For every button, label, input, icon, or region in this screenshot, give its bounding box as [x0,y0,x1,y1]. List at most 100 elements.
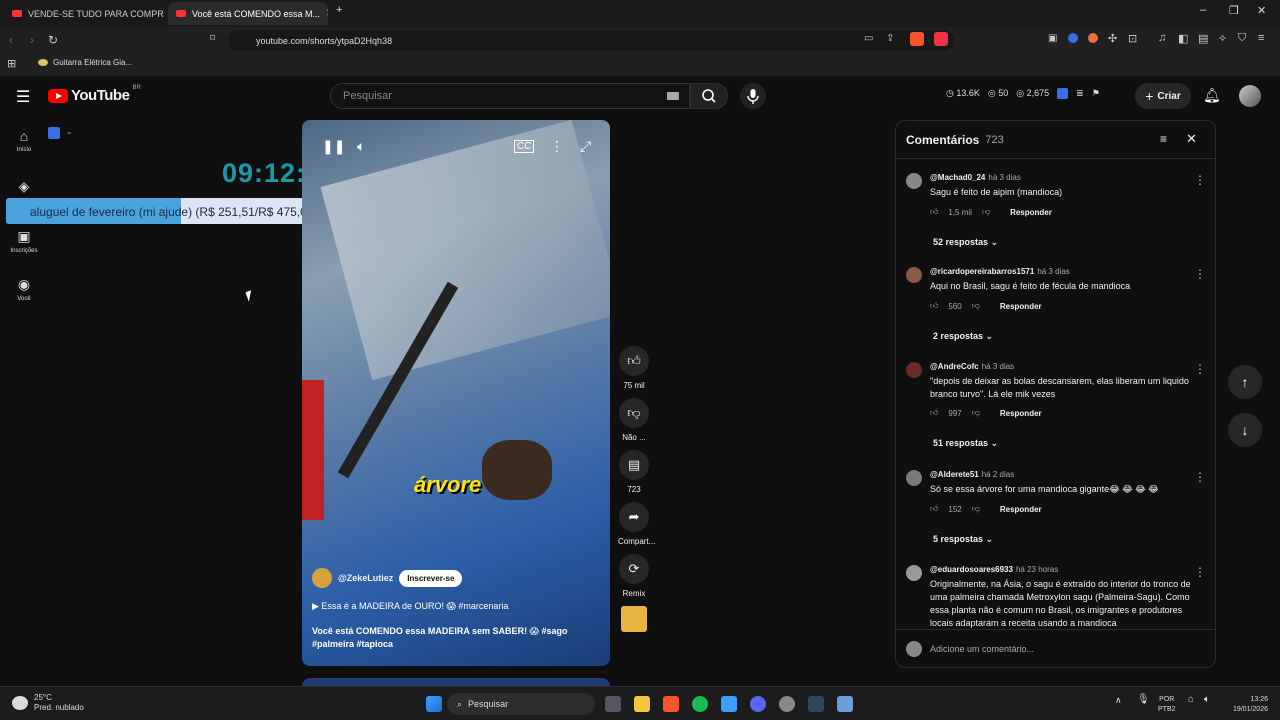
taskbar-search[interactable]: ⌕ Pesquisar [447,693,595,715]
comment-menu-icon[interactable]: ⋮ [1194,565,1206,579]
comment-menu-icon[interactable]: ⋮ [1194,267,1206,281]
like-action[interactable]: 👍︎ 75 mil [618,346,650,390]
bookmark-item[interactable]: Guitarra Elétrica Gia... [38,58,132,67]
comment-menu-icon[interactable]: ⋮ [1194,470,1206,484]
extensions-icon[interactable]: ✣ [1108,32,1117,45]
new-tab-icon[interactable]: + [336,4,342,16]
previous-short-button[interactable]: ↑ [1228,365,1262,399]
reply-button[interactable]: Responder [1000,505,1042,514]
back-icon[interactable]: ‹ [9,33,13,47]
ext-list-icon[interactable]: ≣ [1076,88,1084,99]
dislike-icon[interactable]: 👎︎ [972,301,980,311]
comment-avatar[interactable] [906,267,922,283]
spotify-icon[interactable] [692,696,708,712]
task-view-icon[interactable] [605,696,621,712]
comment-avatar[interactable] [906,362,922,378]
search-input[interactable]: Pesquisar [330,83,690,109]
dislike-action[interactable]: 👎︎ Não ... [618,398,650,442]
network-icon[interactable]: ⌂ [1188,695,1194,705]
like-icon[interactable]: 👍︎ [930,504,938,514]
ext-blue-icon[interactable] [1057,88,1069,99]
guide-subscriptions[interactable]: ▣ Inscrições [6,228,42,254]
share-action[interactable]: ➦ Compart... [618,502,655,546]
url-field[interactable]: youtube.com/shorts/ytpaD2Hqh38 [228,30,954,51]
tab-active-video[interactable]: Você está COMENDO essa M... ✕ [168,2,328,25]
comment-author[interactable]: @eduardosoares6933 [930,565,1013,574]
comment-author[interactable]: @AndreCofc [930,362,979,371]
comment-author[interactable]: @Alderete51 [930,470,979,479]
dislike-icon[interactable]: 👎︎ [972,408,980,418]
add-comment-field[interactable]: Adicione um comentário... [896,629,1215,667]
close-icon[interactable]: ✕ [1186,131,1197,147]
obs-icon[interactable] [779,696,795,712]
like-icon[interactable]: 👍︎ [930,207,938,217]
volume-icon[interactable]: 🔈︎ [357,138,365,155]
like-icon[interactable]: 👍︎ [930,301,938,311]
guide-you[interactable]: ◉ Você [6,276,42,302]
close-tab-icon[interactable]: ✕ [326,8,328,19]
tray-overflow-icon[interactable]: ∧ [1115,695,1122,705]
notepad-icon[interactable] [721,696,737,712]
dislike-icon[interactable]: 👎︎ [972,504,980,514]
like-icon[interactable]: 👍︎ [930,408,938,418]
chevron-down-icon[interactable]: ⌄ [66,127,73,136]
notifications-bell-icon[interactable]: 🔔︎ [1203,87,1221,104]
ext-flag-icon[interactable]: ⚑ [1092,88,1100,99]
close-window-icon[interactable]: ✕ [1257,4,1266,17]
bookmark-icon[interactable]: ⌑ [210,33,215,44]
video-title-row[interactable]: ▶ Essa é a MADEIRA de OURO! 😱 #marcenari… [312,601,508,612]
more-options-icon[interactable]: ⋮ [550,138,564,155]
replies-toggle[interactable]: 52 respostas ⌄ [933,237,998,248]
brave-rewards-icon[interactable] [934,32,948,46]
comment-author[interactable]: @Machad0_24 [930,173,985,182]
guide-home[interactable]: ⌂ Início [6,128,42,153]
volume-tray-icon[interactable]: 🔈︎ [1204,695,1210,705]
comment-menu-icon[interactable]: ⋮ [1194,173,1206,187]
restore-icon[interactable]: ❐ [1229,4,1239,17]
microphone-tray-icon[interactable]: 🎙︎ [1137,695,1150,705]
replies-toggle[interactable]: 51 respostas ⌄ [933,438,998,449]
menu-icon[interactable]: ≡ [1258,32,1264,44]
weather-widget[interactable]: 25°C Pred. nublado [12,693,84,713]
sidebar-icon[interactable]: ◧ [1178,32,1188,45]
tab-vende-se[interactable]: VENDE-SE TUDO PARA COMPRAR P... [4,2,164,25]
captions-icon[interactable]: CC [514,140,535,153]
screen-icon[interactable]: ▭ [864,33,873,44]
audio-thumbnail[interactable] [621,606,647,632]
reload-icon[interactable]: ↻ [48,33,58,47]
create-button[interactable]: + Criar [1135,83,1191,109]
brave-browser-icon[interactable] [663,696,679,712]
reply-button[interactable]: Responder [1000,302,1042,311]
apps-grid-icon[interactable]: ⊞ [7,57,16,70]
replies-toggle[interactable]: 5 respostas ⌄ [933,534,993,545]
comment-avatar[interactable] [906,173,922,189]
youtube-logo[interactable]: YouTube BR [48,85,141,104]
subscribe-button[interactable]: Inscrever-se [399,569,463,587]
reply-button[interactable]: Responder [1010,208,1052,217]
search-button[interactable] [690,83,728,109]
discord-icon[interactable] [750,696,766,712]
avatar[interactable] [1239,85,1261,107]
comment-avatar[interactable] [906,470,922,486]
vpn-icon[interactable]: ⛉ [1238,32,1246,45]
comment-action[interactable]: ▤ 723 [618,450,650,494]
music-icon[interactable]: ♫ [1158,32,1166,44]
pause-icon[interactable]: ❚❚ [322,138,345,155]
comment-author[interactable]: @ricardopereirabarros1571 [930,267,1034,276]
shorts-video-player[interactable]: ❚❚ 🔈︎ CC ⋮ ⤢ árvore @ZekeLutiez Inscreve… [302,120,610,666]
forward-icon[interactable]: › [30,33,34,47]
replies-toggle[interactable]: 2 respostas ⌄ [933,331,993,342]
wallet-icon[interactable]: ▤ [1198,32,1208,45]
guide-shorts[interactable]: ◈ [6,178,42,198]
comment-menu-icon[interactable]: ⋮ [1194,362,1206,376]
input-language[interactable]: POR PTB2 [1158,695,1176,715]
hamburger-menu-icon[interactable]: ☰ [16,87,30,107]
keyboard-icon[interactable] [667,92,679,100]
next-short-button[interactable]: ↓ [1228,413,1262,447]
dislike-icon[interactable]: 👎︎ [982,207,990,217]
sort-icon[interactable]: ≡ [1160,132,1167,146]
channel-name[interactable]: @ZekeLutiez [338,573,393,583]
leo-icon[interactable]: ✧ [1218,32,1227,45]
share-page-icon[interactable]: ⇪ [886,33,894,44]
clock-tray[interactable]: 13:26 19/01/2026 [1222,695,1268,715]
